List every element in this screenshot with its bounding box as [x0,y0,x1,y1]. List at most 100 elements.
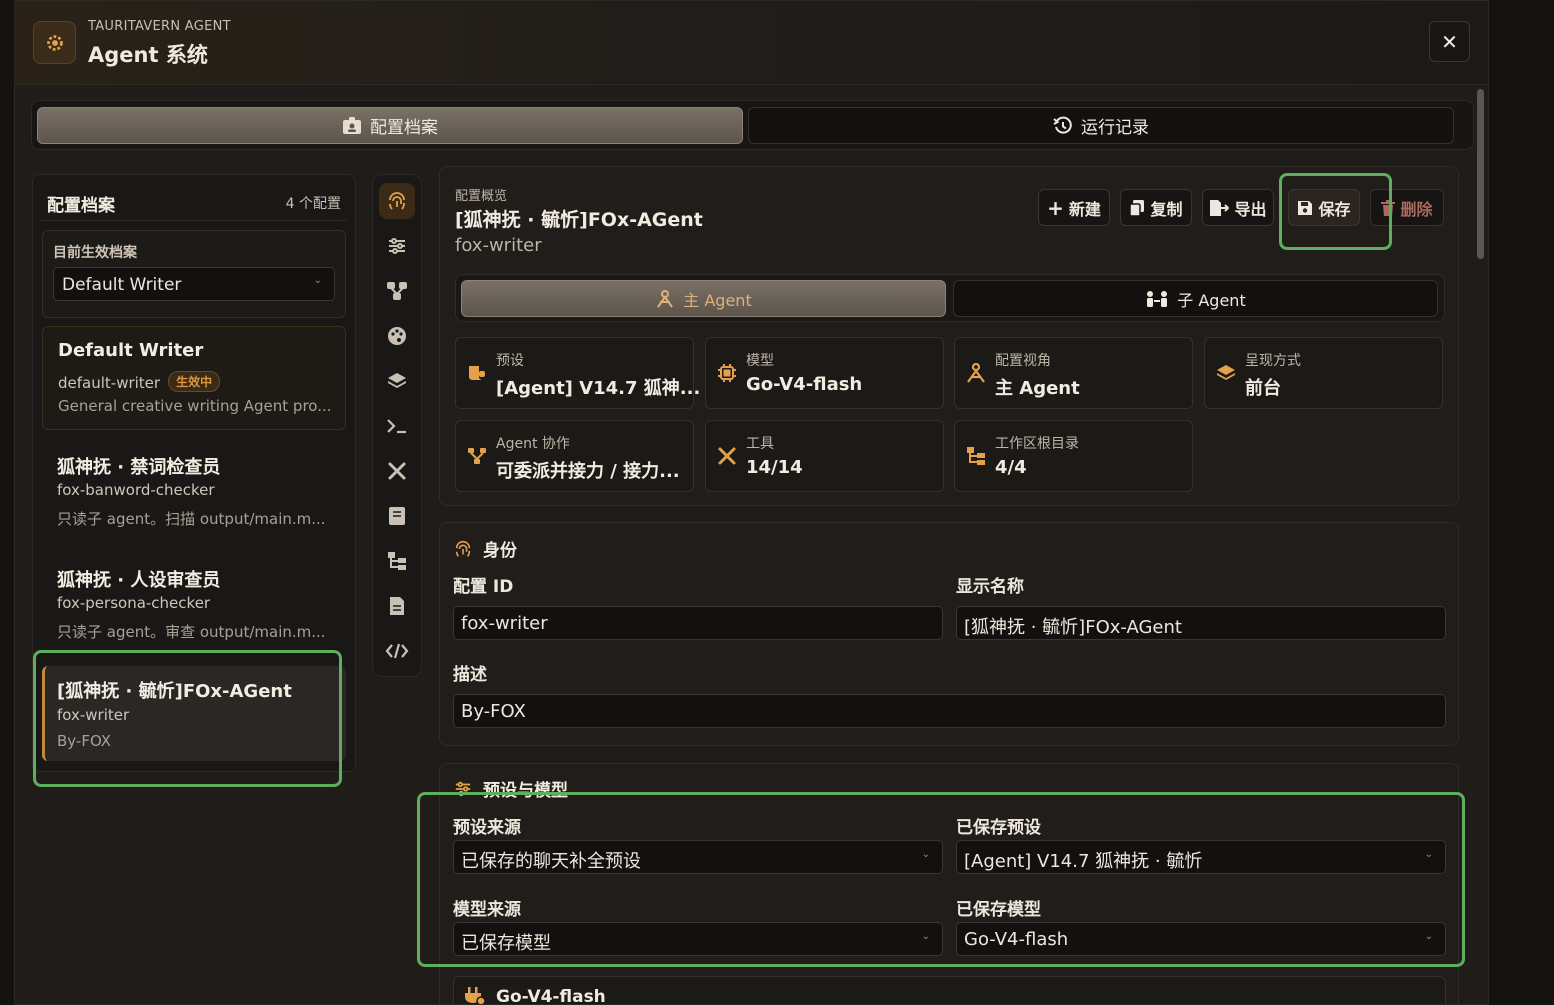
saved-preset-label: 已保存预设 [956,818,1041,838]
stat-tools[interactable]: 工具 14/14 [705,420,944,492]
active-profile-select[interactable]: Default Writer ⌄ [53,267,335,301]
agent-subtabs: 主 Agent 子 Agent [455,274,1445,322]
agent-icon [965,362,987,384]
rail-code[interactable] [379,633,415,669]
chevron-down-icon: ⌄ [313,275,322,286]
active-profile-label: 目前生效档案 [53,245,137,261]
delete-button[interactable]: 删除 [1370,189,1444,226]
scroll-icon [466,362,488,384]
sliders-icon [389,238,405,254]
code-icon [385,643,409,659]
profile-id: fox-writer [57,706,130,724]
sub-agent-icon [1147,290,1168,307]
nodes-icon [387,282,407,300]
tree-icon [965,445,987,467]
trash-icon [1381,199,1396,216]
close-icon: ✕ [1441,29,1458,54]
tab-main-agent[interactable]: 主 Agent [461,280,946,317]
profile-card-persona-checker[interactable]: 狐神抚 · 人设审查员 fox-persona-checker 只读子 agen… [42,553,346,653]
stat-collaboration[interactable]: Agent 协作 可委派并接力 / 接力... [455,420,694,492]
export-button[interactable]: 导出 [1202,189,1274,226]
profile-desc: 只读子 agent。扫描 output/main.m... [57,510,326,528]
tab-profiles[interactable]: 配置档案 [37,107,743,144]
saved-preset-select[interactable]: [Agent] V14.7 狐神抚 · 毓忻 ⌄ [956,840,1446,874]
config-id-field[interactable]: fox-writer [453,606,943,640]
preset-source-select[interactable]: 已保存的聊天补全预设 ⌄ [453,840,943,874]
palette-icon [388,327,406,345]
preset-model-heading: 预设与模型 [453,776,568,801]
profile-desc: By-FOX [57,732,112,750]
overview-subtitle: fox-writer [455,235,542,256]
stat-perspective[interactable]: 配置视角 主 Agent [954,337,1193,409]
plug-icon [465,987,486,1004]
profile-desc: General creative writing Agent pro... [58,397,332,415]
main-tabs: 配置档案 运行记录 [31,100,1474,150]
copy-button[interactable]: 复制 [1120,189,1192,226]
book-icon [389,507,405,525]
profiles-panel: 配置档案 4 个配置 目前生效档案 Default Writer ⌄ Defau… [32,174,356,772]
rail-tools[interactable] [379,453,415,489]
model-card[interactable]: Go-V4-flash [453,976,1446,1005]
profile-card-default-writer[interactable]: Default Writer default-writer 生效中 General… [42,326,346,430]
brand-name: TAURITAVERN AGENT [88,19,231,34]
rail-identity[interactable] [379,183,415,219]
saved-model-select[interactable]: Go-V4-flash ⌄ [956,922,1446,956]
sliders-icon [455,781,471,796]
identity-card: 身份 配置 ID fox-writer 显示名称 [狐神抚 · 毓忻]FOx-A… [439,522,1459,746]
overview-title: [狐神抚 · 毓忻]FOx-AGent [455,209,703,231]
preset-source-label: 预设来源 [453,818,521,838]
stat-preset[interactable]: 预设 [Agent] V14.7 狐神... [455,337,700,409]
profile-name: 狐神抚 · 禁词检查员 [57,457,221,478]
layers-icon [1215,362,1237,384]
stat-model[interactable]: 模型 Go-V4-flash [705,337,944,409]
preset-model-card: 预设与模型 预设来源 已保存的聊天补全预设 ⌄ 已保存预设 [Agent] V14… [439,763,1459,1005]
chip-icon [716,362,738,384]
rail-document[interactable] [379,588,415,624]
save-button[interactable]: 保存 [1288,189,1360,226]
scrollbar[interactable] [1477,89,1484,259]
profile-card-fox-writer[interactable]: [狐神抚 · 毓忻]FOx-AGent fox-writer By-FOX [42,666,346,761]
tab-profiles-label: 配置档案 [370,118,438,138]
fingerprint-icon [455,540,471,557]
profile-name: 狐神抚 · 人设审查员 [57,570,221,591]
profiles-count: 4 个配置 [285,196,341,212]
description-field[interactable]: By-FOX [453,694,1446,728]
terminal-icon [387,419,406,434]
stat-presentation[interactable]: 呈现方式 前台 [1204,337,1443,409]
active-profile-value: Default Writer [62,275,182,295]
display-name-field[interactable]: [狐神抚 · 毓忻]FOx-AGent [956,606,1446,640]
rail-appearance[interactable] [379,318,415,354]
profile-id: fox-persona-checker [57,594,211,612]
tools-icon [716,445,738,467]
fingerprint-icon [389,192,405,210]
config-id-label: 配置 ID [453,577,514,597]
save-icon [1298,200,1313,215]
export-icon [1210,199,1230,216]
gear-icon [46,34,63,51]
tab-sub-agent[interactable]: 子 Agent [953,280,1438,317]
modal-header: TAURITAVERN AGENT Agent 系统 ✕ [15,1,1488,85]
tab-run-history[interactable]: 运行记录 [748,107,1454,144]
rail-terminal[interactable] [379,408,415,444]
new-button[interactable]: + 新建 [1038,189,1110,226]
tree-icon [388,552,406,570]
status-badge: 生效中 [168,371,221,392]
model-source-select[interactable]: 已保存模型 ⌄ [453,922,943,956]
profile-card-banword-checker[interactable]: 狐神抚 · 禁词检查员 fox-banword-checker 只读子 agen… [42,440,346,540]
identity-heading: 身份 [453,536,517,561]
tools-icon [388,462,406,480]
modal-title: Agent 系统 [88,43,208,67]
rail-collaboration[interactable] [379,273,415,309]
model-card-title: Go-V4-flash [496,987,606,1005]
rail-book[interactable] [379,498,415,534]
agent-system-modal: TAURITAVERN AGENT Agent 系统 ✕ 配置档案 运行记录 配… [14,0,1489,1005]
close-button[interactable]: ✕ [1429,21,1470,62]
model-card-header: Go-V4-flash [464,987,606,1005]
rail-preset[interactable] [379,228,415,264]
profiles-panel-title: 配置档案 [47,196,115,216]
rail-layers[interactable] [379,363,415,399]
display-name-label: 显示名称 [956,577,1024,597]
stat-workspace[interactable]: 工作区根目录 4/4 [954,420,1193,492]
profile-name: [狐神抚 · 毓忻]FOx-AGent [57,681,292,702]
rail-workspace[interactable] [379,543,415,579]
